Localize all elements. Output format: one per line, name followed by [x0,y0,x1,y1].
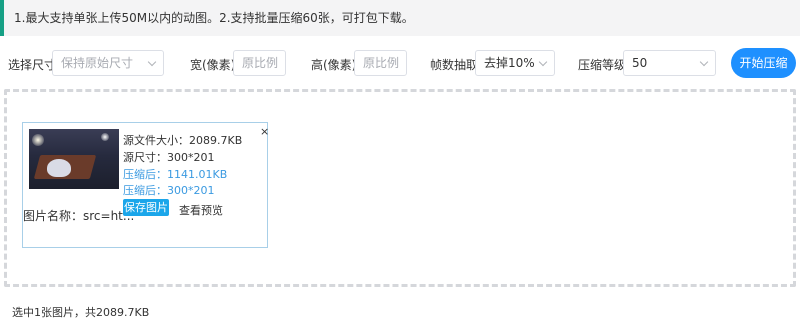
width-input[interactable]: 原比例 [233,50,286,76]
width-input-placeholder: 原比例 [242,56,279,70]
preview-link[interactable]: 查看预览 [179,202,223,218]
compressed-dimensions: 压缩后：300*201 [123,184,215,197]
close-icon[interactable]: × [260,126,269,137]
compressed-size: 压缩后：1141.01KB [123,168,228,181]
size-select[interactable]: 保持原始尺寸 [52,50,164,76]
start-compress-button[interactable]: 开始压缩 [731,48,796,78]
toolbar: 选择尺寸 保持原始尺寸 宽(像素) 原比例 高(像素) 原比例 帧数抽取 去掉1… [0,48,800,78]
original-dimensions: 源尺寸：300*201 [123,151,215,164]
frame-select-value: 去掉10% [484,56,535,70]
selection-summary: 选中1张图片，共2089.7KB [12,306,150,318]
image-name: 图片名称：src=ht... [23,209,135,223]
frame-label: 帧数抽取 [430,58,479,72]
image-thumbnail[interactable] [29,129,119,189]
height-input[interactable]: 原比例 [354,50,407,76]
width-label: 宽(像素) [190,58,236,72]
size-label: 选择尺寸 [8,58,57,72]
level-label: 压缩等级 [578,58,627,72]
level-select[interactable]: 50 [623,50,716,76]
notice-text: 1.最大支持单张上传50M以内的动图。2.支持批量压缩60张，可打包下载。 [14,11,414,25]
image-card: × 源文件大小：2089.7KB 源尺寸：300*201 压缩后：1141.01… [22,122,269,248]
level-select-value: 50 [632,56,648,70]
notice-banner: 1.最大支持单张上传50M以内的动图。2.支持批量压缩60张，可打包下载。 [0,0,800,36]
save-image-button[interactable]: 保存图片 [123,199,169,216]
size-select-value: 保持原始尺寸 [61,56,134,70]
original-size: 源文件大小：2089.7KB [123,134,243,147]
height-input-placeholder: 原比例 [363,56,400,70]
frame-select[interactable]: 去掉10% [475,50,555,76]
chevron-down-icon [147,57,157,67]
chevron-down-icon [699,57,709,67]
height-label: 高(像素) [311,58,357,72]
chevron-down-icon [538,57,548,67]
